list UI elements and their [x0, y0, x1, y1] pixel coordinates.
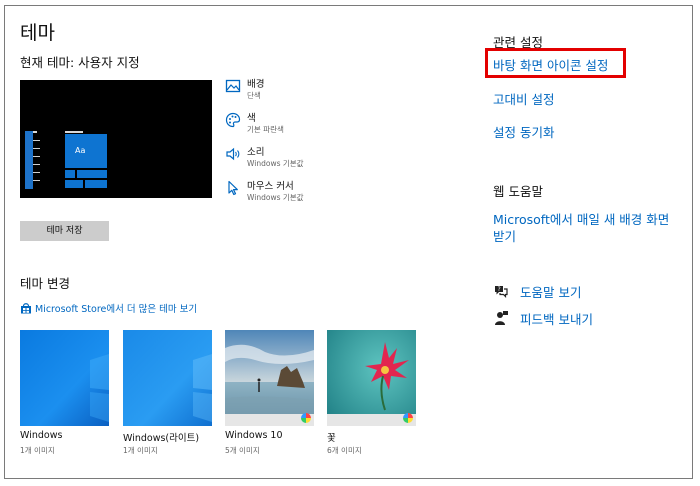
color-value: 기본 파란색 [247, 125, 284, 134]
settings-window: 테마 현재 테마: 사용자 지정 Aa 배경 단색 색 기본 파란색 소리 Wi… [4, 5, 693, 479]
theme-count-windows-10: 5개 이미지 [225, 446, 260, 455]
daily-wallpaper-line1: Microsoft에서 매일 새 배경 화면 [493, 212, 670, 227]
store-themes-link[interactable]: Microsoft Store에서 더 많은 테마 보기 [20, 301, 197, 315]
sound-value: Windows 기본값 [247, 159, 304, 168]
store-link-label: Microsoft Store에서 더 많은 테마 보기 [35, 304, 198, 315]
theme-name-flowers: 꽃 [327, 433, 336, 444]
sound-label: 소리 [247, 147, 265, 158]
mouse-cursor-icon [228, 180, 238, 196]
windows-wallpaper-image [20, 330, 109, 426]
theme-count-windows-light: 1개 이미지 [123, 446, 158, 455]
theme-thumb-windows[interactable] [20, 330, 109, 426]
background-value: 단색 [247, 91, 261, 100]
windows-light-wallpaper-image [123, 330, 212, 426]
high-contrast-link[interactable]: 고대비 설정 [493, 89, 554, 108]
save-theme-button[interactable]: 테마 저장 [20, 221, 109, 241]
color-wheel-icon [403, 413, 413, 423]
current-theme-label: 현재 테마: 사용자 지정 [20, 55, 140, 70]
feedback-person-icon [495, 311, 508, 325]
page-title: 테마 [20, 22, 55, 44]
theme-name-windows: Windows [20, 430, 63, 441]
desktop-icon-settings-link[interactable]: 바탕 화면 아이콘 설정 [493, 55, 608, 74]
preview-title-line [65, 131, 83, 133]
background-image-icon [225, 79, 241, 93]
theme-name-windows-light: Windows(라이트) [123, 433, 200, 444]
preview-tile: Aa [65, 134, 107, 168]
daily-wallpaper-line2: 받기 [493, 229, 517, 244]
speaker-icon [226, 147, 240, 161]
palette-icon [225, 112, 241, 128]
beach-wallpaper-image [225, 330, 314, 426]
sync-settings-link[interactable]: 설정 동기화 [493, 122, 554, 141]
theme-thumb-flowers[interactable] [327, 330, 416, 426]
color-wheel-icon [301, 413, 311, 423]
theme-preview: Aa [20, 80, 212, 198]
store-bag-icon [21, 303, 31, 314]
change-theme-heading: 테마 변경 [20, 276, 70, 291]
theme-thumb-windows-light[interactable] [123, 330, 212, 426]
mouse-cursor-label: 마우스 커서 [247, 181, 294, 192]
theme-count-windows: 1개 이미지 [20, 446, 55, 455]
color-label: 색 [247, 113, 256, 124]
theme-thumb-windows-10[interactable] [225, 330, 314, 426]
get-help-label: 도움말 보기 [520, 285, 582, 300]
feedback-label: 피드백 보내기 [520, 312, 593, 327]
theme-count-flowers: 6개 이미지 [327, 446, 362, 455]
help-chat-icon: ? [495, 286, 508, 298]
mouse-cursor-value: Windows 기본값 [247, 193, 304, 202]
background-label: 배경 [247, 79, 265, 90]
theme-name-windows-10: Windows 10 [225, 430, 283, 441]
web-help-heading: 웹 도움말 [493, 184, 543, 199]
daily-wallpaper-link[interactable]: Microsoft에서 매일 새 배경 화면 받기 [493, 209, 669, 245]
preview-start-strip [25, 131, 33, 189]
svg-text:?: ? [498, 286, 501, 293]
flower-wallpaper-image [327, 330, 416, 426]
